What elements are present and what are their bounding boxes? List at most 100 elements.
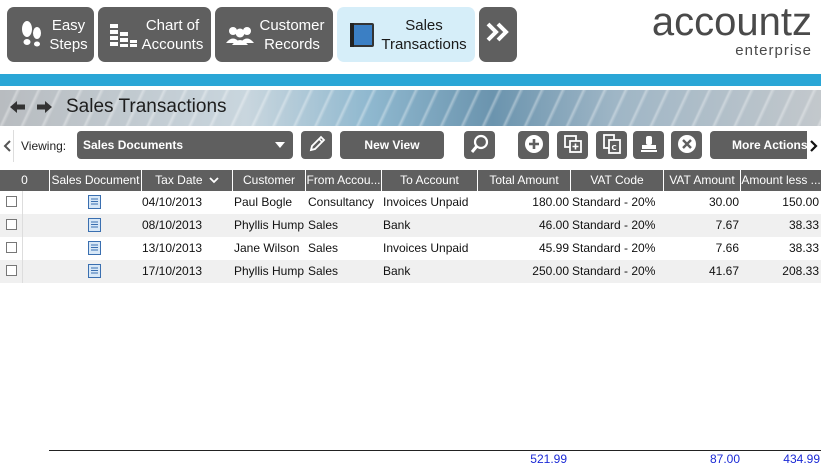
- cell-total-amount: 250.00: [532, 264, 569, 278]
- app-logo: accountz enterprise: [632, 0, 812, 60]
- cell-amount-less: 38.33: [788, 218, 819, 232]
- cell-vat-amount: 7.66: [715, 241, 739, 255]
- cell-customer: Phyllis Hump: [234, 264, 305, 278]
- column-header-label: Tax Date: [155, 173, 203, 187]
- cell-tax-date: 17/10/2013: [142, 264, 203, 278]
- nav-label-line2: Steps: [49, 35, 88, 53]
- delete-button[interactable]: [671, 131, 702, 159]
- nav-label-line1: Customer: [259, 16, 325, 34]
- row-checkbox[interactable]: [6, 242, 17, 253]
- copy-button[interactable]: C: [596, 131, 627, 159]
- column-header-vat-code[interactable]: VAT Code: [571, 170, 664, 191]
- stamp-button[interactable]: [633, 131, 664, 159]
- cell-customer: Phyllis Hump: [234, 218, 305, 232]
- cell-from-account: Sales: [308, 264, 339, 278]
- cell-vat-code: Standard - 20%: [572, 195, 656, 209]
- column-header-customer[interactable]: Customer: [233, 170, 306, 191]
- duplicate-icon: [563, 134, 583, 157]
- total-amount-sum: 521.99: [530, 452, 567, 466]
- chevron-down-icon: [275, 142, 285, 148]
- ledger-book-icon: [345, 18, 379, 52]
- cell-tax-date: 08/10/2013: [142, 218, 203, 232]
- row-checkbox[interactable]: [6, 265, 17, 276]
- cell-vat-code: Standard - 20%: [572, 218, 656, 232]
- add-button[interactable]: [518, 131, 549, 159]
- nav-customer-records[interactable]: Customer Records: [215, 7, 333, 62]
- close-circle-icon: [677, 134, 697, 157]
- cell-to-account: Bank: [383, 218, 411, 232]
- chevron-down-icon: [209, 170, 219, 191]
- amount-less-sum: 434.99: [783, 452, 820, 466]
- cell-from-account: Sales: [308, 218, 339, 232]
- row-checkbox[interactable]: [6, 196, 17, 207]
- table-row[interactable]: 13/10/2013 Jane Wilson Sales Invoices Un…: [0, 237, 821, 260]
- cell-vat-amount: 30.00: [708, 195, 739, 209]
- cell-tax-date: 04/10/2013: [142, 195, 203, 209]
- column-header-total-amount[interactable]: Total Amount: [478, 170, 571, 191]
- cell-vat-amount: 41.67: [708, 264, 739, 278]
- cell-total-amount: 180.00: [532, 195, 569, 209]
- edit-view-button[interactable]: [301, 131, 332, 159]
- duplicate-button[interactable]: [557, 131, 588, 159]
- copy-document-icon: C: [602, 133, 622, 157]
- back-arrow-icon[interactable]: [10, 99, 26, 118]
- table-row[interactable]: 04/10/2013 Paul Bogle Consultancy Invoic…: [0, 191, 821, 214]
- toolbar-scroll-left[interactable]: [0, 130, 14, 162]
- cell-to-account: Invoices Unpaid: [383, 241, 469, 255]
- column-header-vat-amount[interactable]: VAT Amount: [664, 170, 741, 191]
- totals-separator: [49, 450, 821, 451]
- logo-edition: enterprise: [735, 42, 812, 59]
- accent-bar: [0, 74, 821, 86]
- column-divider: [22, 191, 23, 283]
- cell-amount-less: 150.00: [782, 195, 819, 209]
- toolbar-scroll-right[interactable]: [807, 130, 821, 162]
- forward-arrow-icon[interactable]: [36, 99, 52, 118]
- column-header-to-account[interactable]: To Account: [382, 170, 478, 191]
- column-header-tax-date[interactable]: Tax Date: [142, 170, 233, 191]
- cell-vat-code: Standard - 20%: [572, 264, 656, 278]
- column-header-sales-document[interactable]: Sales Document: [50, 170, 142, 191]
- people-icon: [223, 18, 257, 52]
- nav-label-line1: Chart of: [145, 16, 200, 34]
- more-actions-button[interactable]: More Actions: [710, 131, 821, 159]
- table-row[interactable]: 17/10/2013 Phyllis Hump Sales Bank 250.0…: [0, 260, 821, 283]
- nav-chart-of-accounts[interactable]: Chart of Accounts: [98, 7, 211, 62]
- top-navigation: Easy Steps Chart of Accounts Customer Recor…: [0, 0, 821, 72]
- viewing-label: Viewing:: [21, 139, 67, 153]
- vat-amount-sum: 87.00: [709, 452, 740, 466]
- coins-chart-icon: [106, 18, 140, 52]
- nav-sales-transactions[interactable]: Sales Transactions: [337, 7, 475, 62]
- nav-more-button[interactable]: [479, 7, 517, 62]
- search-button[interactable]: [464, 131, 495, 159]
- cell-total-amount: 45.99: [538, 241, 569, 255]
- document-icon[interactable]: [88, 264, 101, 278]
- new-view-button[interactable]: New View: [340, 131, 444, 159]
- nav-label-line1: Easy: [51, 16, 86, 34]
- toolbar: Viewing: Sales Documents New View C More…: [0, 128, 821, 164]
- cell-vat-code: Standard - 20%: [572, 241, 656, 255]
- table-row[interactable]: 08/10/2013 Phyllis Hump Sales Bank 46.00…: [0, 214, 821, 237]
- cell-to-account: Invoices Unpaid: [383, 195, 469, 209]
- cell-to-account: Bank: [383, 264, 411, 278]
- cell-vat-amount: 7.67: [715, 218, 739, 232]
- double-chevron-right-icon: [485, 21, 511, 48]
- page-title-banner: Sales Transactions: [0, 90, 821, 126]
- nav-label-line2: Transactions: [381, 35, 467, 53]
- cell-total-amount: 46.00: [538, 218, 569, 232]
- table-header: 0 Sales Document Tax Date Customer From …: [0, 170, 821, 191]
- column-header-from-account[interactable]: From Accou...: [306, 170, 382, 191]
- column-header-select[interactable]: 0: [0, 170, 50, 191]
- document-icon[interactable]: [88, 218, 101, 232]
- cell-customer: Jane Wilson: [234, 241, 300, 255]
- cell-from-account: Sales: [308, 241, 339, 255]
- row-checkbox[interactable]: [6, 219, 17, 230]
- stamp-icon: [639, 134, 659, 157]
- document-icon[interactable]: [88, 195, 101, 209]
- document-icon[interactable]: [88, 241, 101, 255]
- nav-easy-steps[interactable]: Easy Steps: [7, 7, 94, 62]
- pencil-icon: [308, 135, 326, 156]
- column-header-amount-less[interactable]: Amount less ...: [741, 170, 821, 191]
- view-select[interactable]: Sales Documents: [77, 131, 293, 159]
- nav-label-line2: Records: [264, 35, 320, 53]
- cell-amount-less: 208.33: [782, 264, 819, 278]
